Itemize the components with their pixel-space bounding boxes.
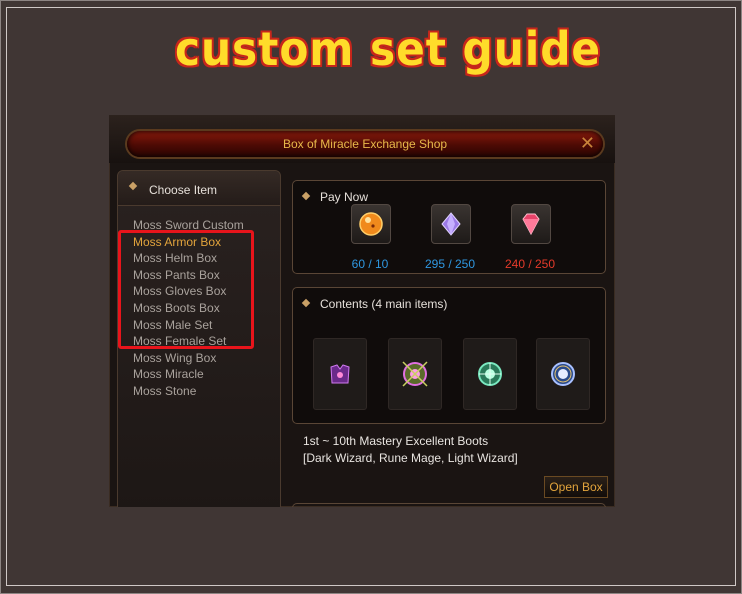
bullet-diamond-icon: [301, 298, 311, 308]
blue-jewel-icon: [551, 362, 575, 386]
green-jewel-icon: [478, 362, 502, 386]
guide-title: custom set guide: [175, 22, 602, 76]
description-line-2: [Dark Wizard, Rune Mage, Light Wizard]: [303, 451, 518, 465]
cost-value: 60 / 10: [351, 257, 389, 271]
close-icon[interactable]: ✕: [580, 133, 595, 153]
cost-slot: [511, 204, 551, 244]
bullet-diamond-icon: [301, 191, 311, 201]
cost-slot: [351, 204, 391, 244]
cost-value: 295 / 250: [424, 257, 476, 271]
choose-item-header: Choose Item: [118, 171, 280, 206]
red-gem-icon: [522, 213, 540, 236]
pink-jewel-icon: [402, 361, 428, 387]
window-title: Box of Miracle Exchange Shop: [282, 137, 448, 151]
contents-box: Contents (4 main items): [292, 287, 606, 424]
cost-slot: [431, 204, 471, 244]
cost-value: 240 / 250: [504, 257, 556, 271]
choose-item-heading: Choose Item: [149, 183, 218, 197]
selection-highlight-box: [118, 230, 254, 349]
titlebar-area: Box of Miracle Exchange Shop ✕: [109, 115, 615, 163]
titlebar: Box of Miracle Exchange Shop ✕: [127, 131, 603, 157]
orange-orb-icon: [359, 212, 383, 236]
list-item[interactable]: Moss Stone: [133, 383, 244, 400]
content-item-slot[interactable]: [536, 338, 590, 410]
open-box-button[interactable]: Open Box: [544, 476, 608, 498]
list-item[interactable]: Moss Wing Box: [133, 350, 244, 367]
purple-gem-icon: [441, 212, 461, 236]
contents-heading: Contents (4 main items): [320, 297, 448, 311]
purple-boots-icon: [330, 364, 350, 384]
content-item-slot[interactable]: [463, 338, 517, 410]
bottom-panel-edge: [292, 503, 606, 507]
description-line-1: 1st ~ 10th Mastery Excellent Boots: [303, 434, 489, 448]
pay-now-heading: Pay Now: [320, 190, 369, 204]
pay-now-box: Pay Now 60 / 10 295 / 250 240 / 250: [292, 180, 606, 274]
content-item-slot[interactable]: [388, 338, 442, 410]
bullet-diamond-icon: [128, 181, 138, 191]
list-item[interactable]: Moss Miracle: [133, 366, 244, 383]
content-item-slot[interactable]: [313, 338, 367, 410]
